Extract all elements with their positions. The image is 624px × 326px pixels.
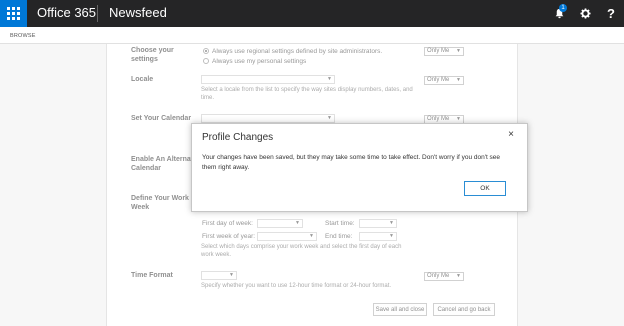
- help-button[interactable]: ?: [598, 0, 624, 27]
- help-icon: ?: [607, 6, 615, 21]
- dialog-message: Your changes have been saved, but they m…: [202, 154, 501, 171]
- gear-icon: [579, 8, 591, 19]
- dialog-title: Profile Changes: [202, 132, 274, 143]
- brand-title[interactable]: Office 365: [37, 5, 96, 20]
- suite-bar: Office 365 Newsfeed 1 ?: [0, 0, 624, 27]
- notifications-button[interactable]: 1: [546, 0, 572, 27]
- divider: [97, 5, 98, 22]
- suite-bar-actions: 1 ?: [546, 0, 624, 27]
- ribbon: BROWSE: [0, 27, 624, 44]
- app-title[interactable]: Newsfeed: [109, 5, 167, 20]
- profile-changes-dialog: Profile Changes × Your changes have been…: [191, 123, 528, 212]
- close-icon[interactable]: ×: [508, 129, 514, 140]
- ok-button[interactable]: OK: [464, 181, 506, 196]
- browse-tab[interactable]: BROWSE: [10, 33, 36, 39]
- notification-badge: 1: [559, 4, 567, 12]
- app-launcher-button[interactable]: [0, 0, 27, 27]
- settings-button[interactable]: [572, 0, 598, 27]
- app-launcher-icon: [7, 7, 20, 20]
